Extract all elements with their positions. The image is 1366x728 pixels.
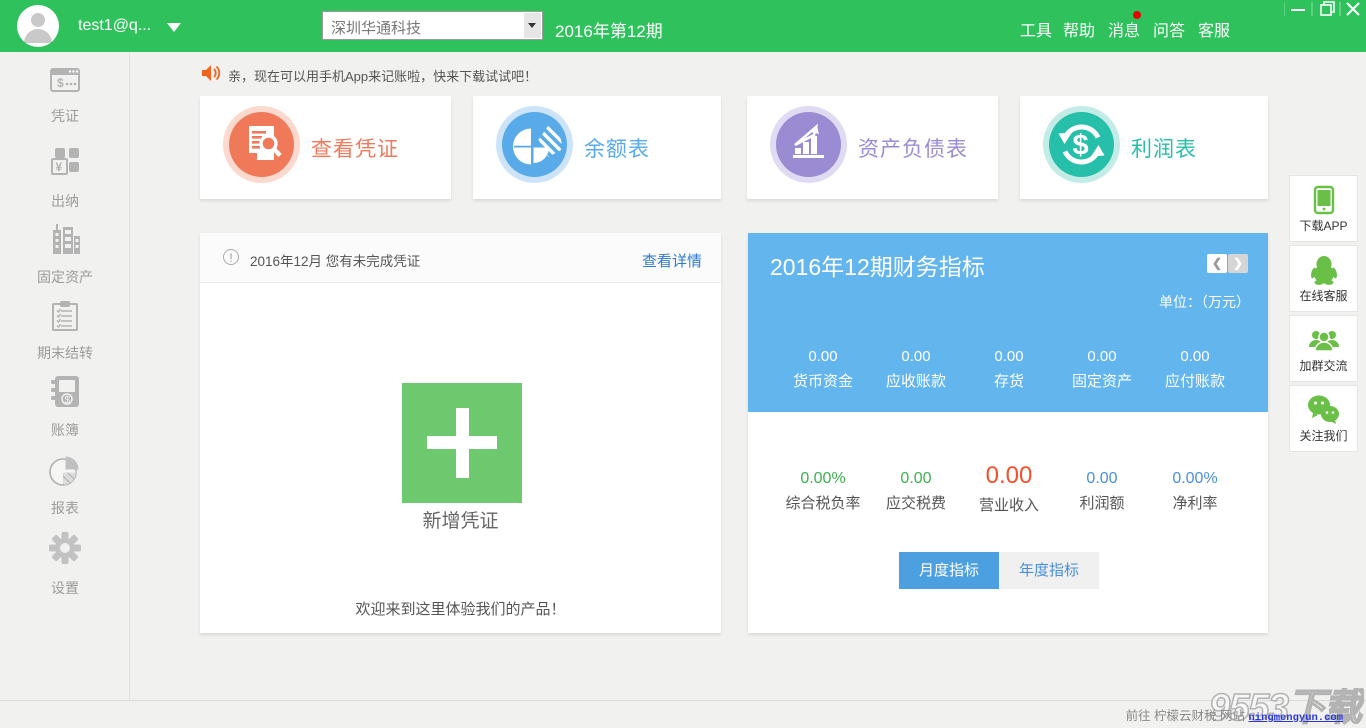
svg-text:$: $ xyxy=(57,76,64,90)
svg-text:¥: ¥ xyxy=(56,160,63,174)
svg-text:$: $ xyxy=(1073,130,1089,162)
svg-text:$: $ xyxy=(65,395,71,406)
